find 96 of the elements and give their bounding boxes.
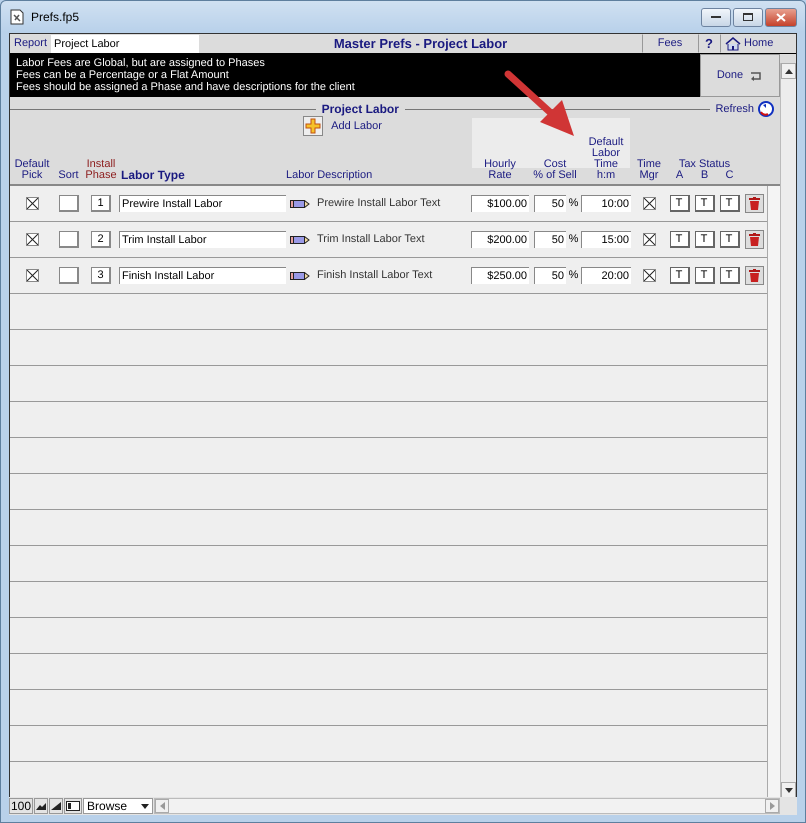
time-field[interactable]: 20:00 (581, 267, 631, 284)
plus-icon (303, 116, 324, 136)
column-header: Default Labor Time h:m (588, 137, 624, 183)
report-field[interactable]: Project Labor (51, 35, 200, 53)
percent-sign: % (568, 232, 580, 248)
labor-type-field[interactable]: Prewire Install Labor (119, 195, 286, 212)
tax-button[interactable]: T (694, 267, 714, 284)
delete-button[interactable] (744, 266, 764, 285)
time-field[interactable]: 15:00 (581, 231, 631, 248)
mode-dropdown[interactable]: Browse (83, 798, 154, 814)
default-pick-checkbox[interactable] (26, 233, 38, 246)
house-icon (725, 36, 741, 50)
maximize-button[interactable] (733, 8, 763, 26)
tax-button[interactable]: T (694, 195, 714, 212)
sort-field[interactable] (58, 267, 78, 284)
done-button[interactable]: Done (700, 54, 780, 97)
refresh-button[interactable]: Refresh (710, 99, 780, 119)
phase-field[interactable]: 2 (91, 231, 111, 248)
pencil-icon[interactable] (290, 272, 310, 280)
info-line: Fees can be a Percentage or a Flat Amount (16, 69, 230, 81)
time-mgr-checkbox[interactable] (642, 269, 656, 282)
scroll-down-icon[interactable] (784, 788, 792, 792)
cost-field[interactable]: 50 (534, 195, 566, 212)
sort-field[interactable] (58, 195, 78, 212)
percent-sign: % (568, 268, 580, 284)
tax-button[interactable]: T (720, 195, 740, 212)
pencil-icon[interactable] (290, 200, 310, 208)
help-button[interactable]: ? (698, 34, 720, 53)
column-header: Default Pick (14, 159, 50, 183)
default-pick-checkbox[interactable] (26, 197, 38, 210)
column-header: Cost % of Sell (532, 159, 578, 183)
time-field[interactable]: 10:00 (581, 195, 631, 212)
phase-field[interactable]: 1 (91, 195, 111, 212)
return-icon (749, 70, 764, 80)
column-header: B (700, 170, 710, 183)
trash-icon (748, 269, 760, 282)
zoom-in-icon[interactable] (49, 798, 64, 814)
home-button[interactable]: Home (720, 34, 780, 53)
info-line: Fees should be assigned a Phase and have descriptions for the client (16, 81, 356, 93)
sort-field[interactable] (58, 231, 78, 248)
column-header: Labor Description (286, 170, 374, 183)
report-label: Report (13, 36, 48, 52)
vertical-scrollbar[interactable] (780, 63, 796, 798)
tax-button[interactable]: T (720, 267, 740, 284)
tax-button[interactable]: T (670, 267, 690, 284)
delete-button[interactable] (744, 230, 764, 249)
column-header: Labor Type (120, 170, 186, 184)
maximize-icon (743, 13, 753, 21)
description-text: Finish Install Labor Text (316, 268, 434, 284)
column-header: Tax Status (678, 159, 732, 170)
column-header: Install Phase (84, 159, 118, 183)
close-button[interactable] (765, 8, 797, 26)
status-toggle-icon[interactable] (64, 798, 82, 814)
phase-field[interactable]: 3 (91, 267, 111, 284)
info-line: Labor Fees are Global, but are assigned to Phases (16, 57, 266, 69)
column-header: Hourly Rate (483, 159, 517, 183)
tax-button[interactable]: T (670, 231, 690, 248)
add-labor-button[interactable]: Add Labor (302, 115, 383, 137)
cost-field[interactable]: 50 (534, 267, 566, 284)
default-pick-checkbox[interactable] (26, 269, 38, 282)
tax-button[interactable]: T (694, 231, 714, 248)
section-title: Project Labor (320, 101, 400, 118)
time-mgr-checkbox[interactable] (642, 233, 656, 246)
description-text: Prewire Install Labor Text (316, 196, 442, 212)
percent-sign: % (568, 196, 580, 212)
dropdown-caret-icon (141, 804, 150, 808)
zoom-out-icon[interactable] (34, 798, 48, 814)
cost-field[interactable]: 50 (534, 231, 566, 248)
window-title: Prefs.fp5 (31, 9, 80, 26)
page-title: Master Prefs - Project Labor (332, 34, 508, 53)
delete-button[interactable] (744, 194, 764, 213)
trash-icon (748, 233, 760, 246)
column-header: Time Mgr (636, 159, 662, 183)
zoom-level[interactable]: 100 (9, 798, 34, 814)
trash-icon (748, 197, 760, 210)
column-header: C (724, 170, 734, 183)
labor-type-field[interactable]: Trim Install Labor (119, 231, 286, 248)
description-text: Trim Install Labor Text (316, 232, 426, 248)
column-header: A (674, 170, 684, 183)
document-icon (9, 9, 25, 25)
tax-button[interactable]: T (670, 195, 690, 212)
refresh-icon (757, 100, 776, 118)
tax-button[interactable]: T (720, 231, 740, 248)
pencil-icon[interactable] (290, 236, 310, 244)
close-icon (776, 12, 786, 22)
rate-field[interactable]: $100.00 (471, 195, 529, 212)
minimize-button[interactable] (701, 8, 731, 26)
inner-scrollbar[interactable] (767, 186, 780, 798)
time-mgr-checkbox[interactable] (642, 197, 656, 210)
column-header: Sort (57, 170, 80, 183)
rate-field[interactable]: $200.00 (471, 231, 529, 248)
labor-type-field[interactable]: Finish Install Labor (119, 267, 286, 284)
minimize-icon (711, 15, 721, 19)
rate-field[interactable]: $250.00 (471, 267, 529, 284)
fees-button[interactable]: Fees (642, 34, 698, 53)
scroll-up-icon[interactable] (784, 68, 792, 74)
